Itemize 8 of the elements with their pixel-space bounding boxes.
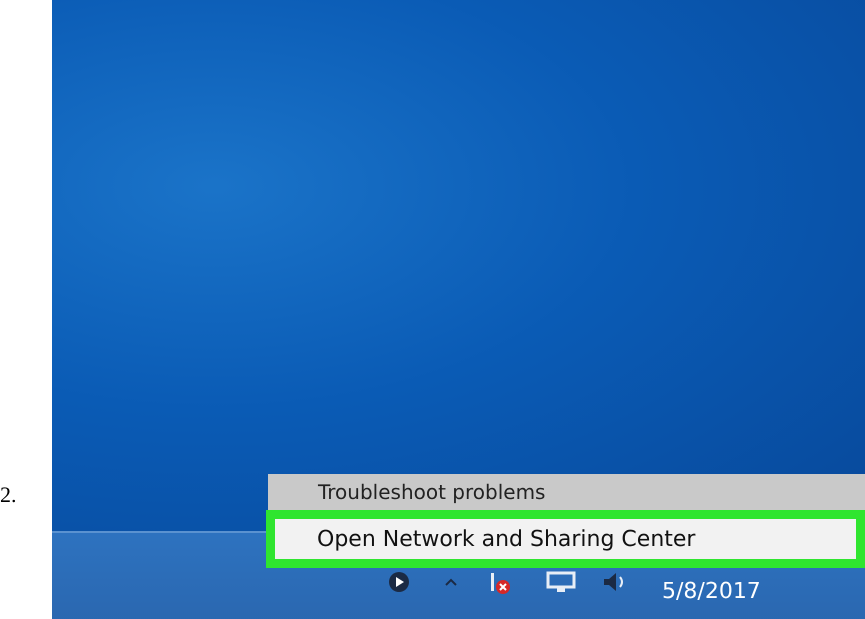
monitor-icon[interactable]: [546, 571, 576, 593]
circle-icon[interactable]: [388, 571, 410, 593]
network-error-icon[interactable]: [488, 571, 512, 595]
chevron-icon[interactable]: [444, 577, 458, 587]
menu-item[interactable]: Troubleshoot problems: [268, 474, 865, 510]
step-number: 2.: [0, 482, 16, 508]
taskbar-clock[interactable]: 5/8/2017: [662, 579, 761, 604]
menu-item[interactable]: Open Network and Sharing Center: [266, 510, 865, 568]
